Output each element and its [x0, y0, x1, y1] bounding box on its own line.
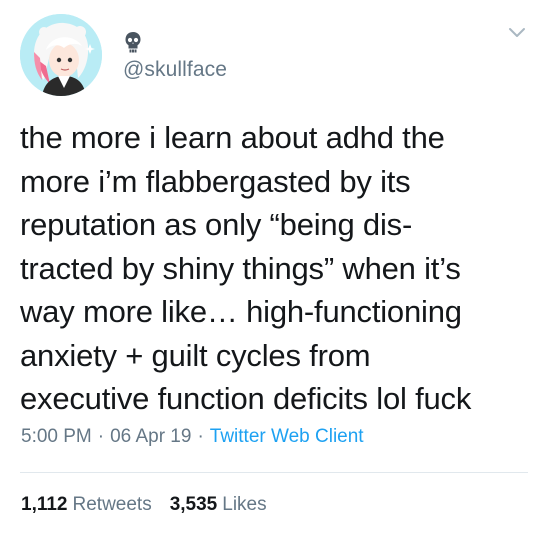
likes-count: 3,535 — [169, 494, 218, 515]
avatar-illustration — [20, 14, 102, 96]
retweets-count: 1,112 — [21, 494, 68, 515]
tweet-menu-button[interactable] — [506, 24, 528, 42]
tweet-stats: 1,112 Retweets 3,535 Likes — [21, 494, 267, 516]
tweet-time[interactable]: 5:00 PM — [21, 426, 92, 448]
retweets-label: Retweets — [72, 494, 152, 515]
display-name[interactable] — [124, 30, 142, 54]
avatar[interactable] — [20, 14, 102, 96]
tweet-text: the more i learn about adhd the more i’m… — [20, 120, 472, 416]
meta-separator: · — [97, 426, 105, 447]
divider — [20, 472, 528, 473]
tweet-date[interactable]: 06 Apr 19 — [110, 426, 191, 448]
tweet-card: @skullface the more i learn about adhd t… — [0, 0, 540, 535]
likes-label: Likes — [222, 494, 267, 515]
meta-separator: · — [197, 426, 204, 447]
user-handle[interactable]: @skullface — [123, 58, 227, 82]
tweet-client-link[interactable]: Twitter Web Client — [210, 426, 364, 448]
tweet-metadata: 5:00 PM · 06 Apr 19 · Twitter Web Client — [21, 426, 364, 448]
likes-stat[interactable]: 3,535 Likes — [170, 494, 267, 516]
skull-icon — [125, 32, 141, 53]
chevron-down-icon — [509, 28, 525, 37]
retweets-stat[interactable]: 1,112 Retweets — [21, 494, 152, 516]
